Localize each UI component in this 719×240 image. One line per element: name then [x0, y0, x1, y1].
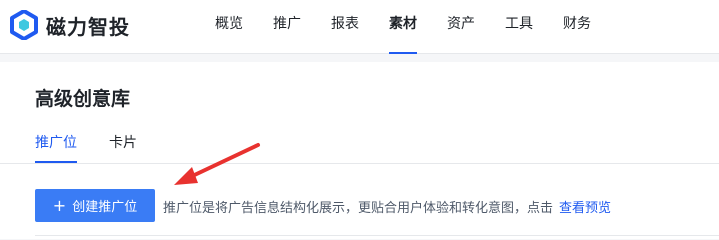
- nav-item-finance[interactable]: 财务: [548, 0, 606, 54]
- nav-item-label: 概览: [215, 16, 243, 32]
- nav-item-promotion[interactable]: 推广: [258, 0, 316, 54]
- tab-promotion-slot[interactable]: 推广位: [35, 132, 77, 163]
- hexagon-logo-icon: [10, 10, 38, 40]
- nav-item-label: 财务: [563, 16, 591, 32]
- nav-item-label: 素材: [389, 16, 417, 32]
- nav-item-assets[interactable]: 资产: [432, 0, 490, 54]
- top-navigation-bar: 磁力智投 概览 推广 报表 素材 资产 工具 财务: [0, 0, 719, 54]
- divider: [35, 235, 719, 236]
- nav-item-tools[interactable]: 工具: [490, 0, 548, 54]
- nav-item-label: 报表: [331, 16, 359, 32]
- nav-item-label: 资产: [447, 16, 475, 32]
- tab-label: 推广位: [35, 135, 77, 151]
- create-promotion-slot-button[interactable]: + 创建推广位: [35, 189, 155, 222]
- nav-item-reports[interactable]: 报表: [316, 0, 374, 54]
- plus-icon: +: [52, 195, 67, 215]
- main-nav: 概览 推广 报表 素材 资产 工具 财务: [200, 0, 606, 54]
- nav-item-label: 工具: [505, 16, 533, 32]
- view-preview-link[interactable]: 查看预览: [559, 201, 611, 216]
- content-panel: 高级创意库 推广位 卡片 + 创建推广位 推广位是将广告信息结构化展示，更贴合用…: [0, 62, 719, 239]
- nav-item-overview[interactable]: 概览: [200, 0, 258, 54]
- annotation-arrow-icon: [174, 143, 260, 185]
- create-button-label: 创建推广位: [72, 200, 138, 215]
- brand-logo[interactable]: 磁力智投: [10, 10, 130, 40]
- tab-card[interactable]: 卡片: [109, 132, 137, 163]
- nav-item-materials[interactable]: 素材: [374, 0, 432, 54]
- tab-bar: 推广位 卡片: [0, 122, 719, 164]
- nav-item-label: 推广: [273, 16, 301, 32]
- brand-name: 磁力智投: [46, 14, 130, 39]
- description-text: 推广位是将广告信息结构化展示，更贴合用户体验和转化意图，点击 查看预览: [163, 197, 611, 216]
- page-title: 高级创意库: [35, 88, 131, 110]
- description-body: 推广位是将广告信息结构化展示，更贴合用户体验和转化意图，点击: [163, 201, 554, 216]
- tab-label: 卡片: [109, 135, 137, 151]
